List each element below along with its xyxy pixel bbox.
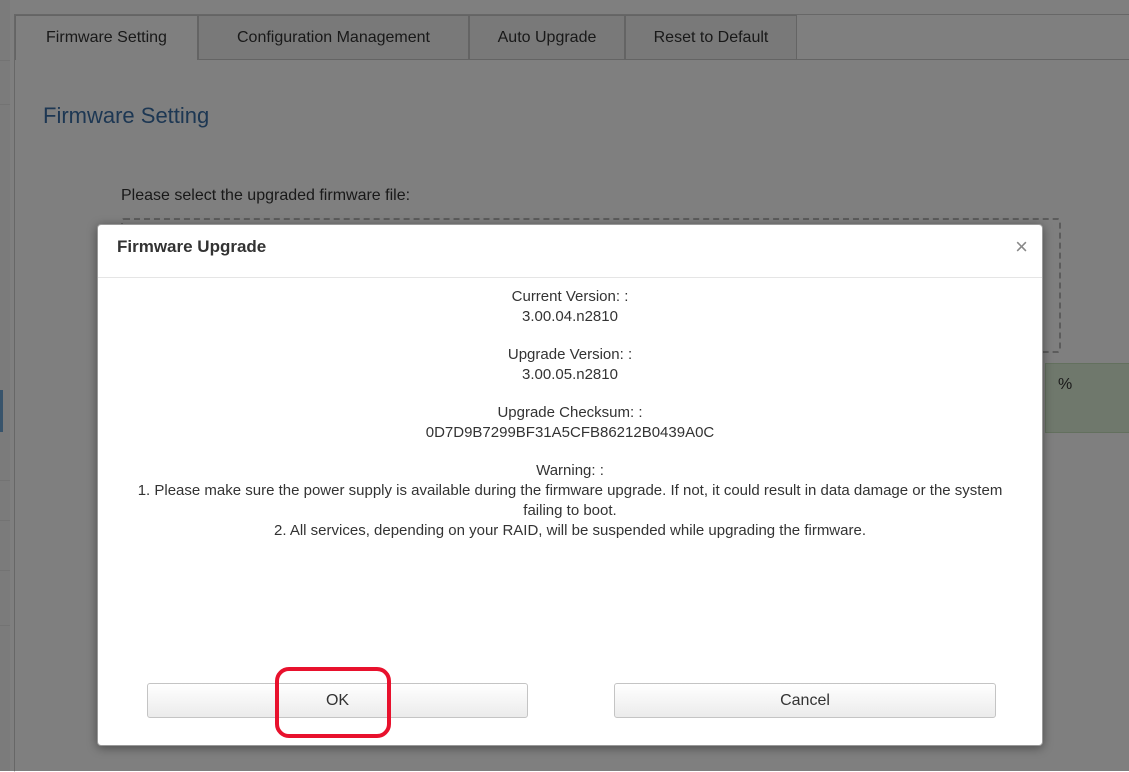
upgrade-version-value: 3.00.05.n2810 [522,366,618,383]
checksum-label: Upgrade Checksum: : [497,404,643,421]
warning-text-1: 1. Please make sure the power supply is … [137,482,1003,519]
ok-button[interactable]: OK [147,683,528,718]
warning-text-2: 2. All services, depending on your RAID,… [274,522,866,539]
checksum-block: Upgrade Checksum: : 0D7D9B7299BF31A5CFB8… [98,403,1042,443]
dialog-header: Firmware Upgrade × [98,225,1042,278]
cancel-button[interactable]: Cancel [614,683,996,718]
current-version-value: 3.00.04.n2810 [522,308,618,325]
current-version-block: Current Version: : 3.00.04.n2810 [98,287,1042,327]
firmware-upgrade-dialog: Firmware Upgrade × Current Version: : 3.… [97,224,1043,746]
dialog-title: Firmware Upgrade [117,237,267,256]
warning-block: Warning: : 1. Please make sure the power… [98,461,1042,541]
checksum-value: 0D7D9B7299BF31A5CFB86212B0439A0C [425,424,715,441]
warning-label: Warning: : [536,462,604,479]
upgrade-version-label: Upgrade Version: : [507,346,633,363]
dialog-body: Current Version: : 3.00.04.n2810 Upgrade… [98,287,1042,559]
close-icon[interactable]: × [1015,236,1028,258]
current-version-label: Current Version: : [511,288,629,305]
upgrade-version-block: Upgrade Version: : 3.00.05.n2810 [98,345,1042,385]
